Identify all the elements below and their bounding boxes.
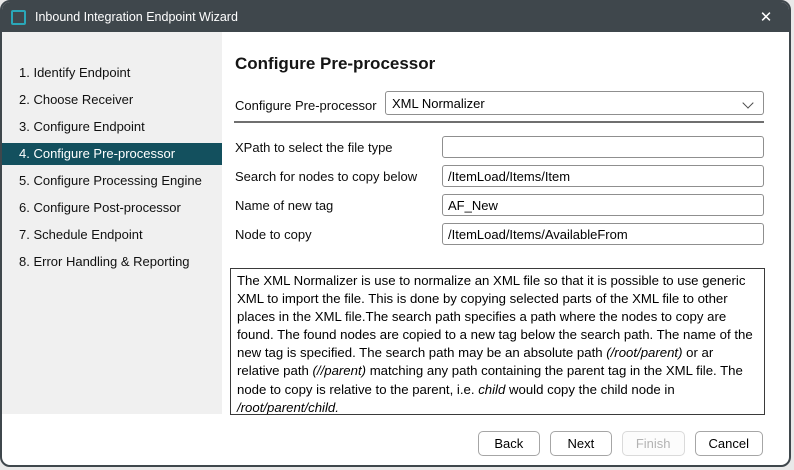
sidebar-item-step-2[interactable]: 2. Choose Receiver (2, 89, 222, 111)
titlebar: Inbound Integration Endpoint Wizard ✕ (2, 2, 789, 32)
xpath-file-type-label: XPath to select the file type (235, 140, 442, 155)
sidebar-item-step-1[interactable]: 1. Identify Endpoint (2, 62, 222, 84)
cancel-button[interactable]: Cancel (695, 431, 763, 456)
sidebar-item-step-7[interactable]: 7. Schedule Endpoint (2, 224, 222, 246)
sidebar-item-step-6[interactable]: 6. Configure Post-processor (2, 197, 222, 219)
node-to-copy-label: Node to copy (235, 227, 442, 242)
preprocessor-dropdown[interactable]: XML Normalizer (385, 91, 764, 115)
separator (234, 121, 764, 123)
preprocessor-dropdown-value: XML Normalizer (392, 96, 485, 111)
description-box: The XML Normalizer is use to normalize a… (230, 268, 765, 415)
page-title: Configure Pre-processor (235, 54, 435, 74)
finish-button[interactable]: Finish (622, 431, 685, 456)
chevron-down-icon (742, 97, 753, 108)
app-icon (11, 10, 26, 25)
fields-grid: XPath to select the file type Search for … (235, 136, 764, 245)
wizard-steps-sidebar: 1. Identify Endpoint 2. Choose Receiver 3.… (2, 32, 222, 414)
sidebar-item-step-3[interactable]: 3. Configure Endpoint (2, 116, 222, 138)
window-title: Inbound Integration Endpoint Wizard (35, 10, 238, 24)
new-tag-name-input[interactable] (442, 194, 764, 216)
next-button[interactable]: Next (550, 431, 612, 456)
new-tag-name-label: Name of new tag (235, 198, 442, 213)
description-italic-segment: (//parent) (313, 363, 367, 378)
sidebar-item-step-4[interactable]: 4. Configure Pre-processor (2, 143, 222, 165)
footer-buttons: Back Next Finish Cancel (478, 431, 763, 456)
search-nodes-path-input[interactable] (442, 165, 764, 187)
description-italic-segment: (/root/parent) (606, 345, 682, 360)
sidebar-item-step-5[interactable]: 5. Configure Processing Engine (2, 170, 222, 192)
back-button[interactable]: Back (478, 431, 540, 456)
description-italic-segment: /root/parent/child. (237, 400, 339, 415)
sidebar-item-step-8[interactable]: 8. Error Handling & Reporting (2, 251, 222, 273)
xpath-file-type-input[interactable] (442, 136, 764, 158)
node-to-copy-input[interactable] (442, 223, 764, 245)
preprocessor-dropdown-label: Configure Pre-processor (235, 98, 377, 113)
search-nodes-path-label: Search for nodes to copy below (235, 169, 442, 184)
wizard-window: Inbound Integration Endpoint Wizard ✕ 1.… (0, 0, 791, 467)
description-text-segment: would copy the child node in (505, 382, 674, 397)
description-italic-segment: child (478, 382, 505, 397)
close-icon[interactable]: ✕ (743, 2, 789, 32)
